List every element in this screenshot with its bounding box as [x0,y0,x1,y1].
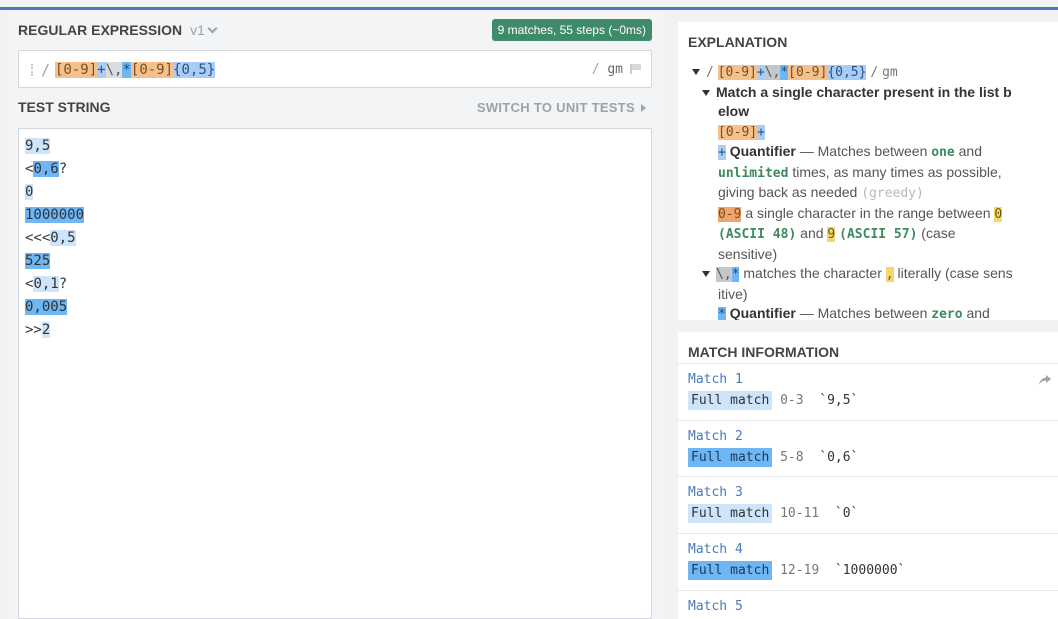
regex-token-quantifier: * [122,62,131,78]
match-status-badge: 9 matches, 55 steps (~0ms) [491,19,652,41]
regex-header-label: REGULAR EXPRESSION [18,22,183,38]
match-item[interactable]: Match 1 Full match 0-3 `9,5` [678,363,1058,419]
regex-version-selector[interactable]: v1 [190,22,218,38]
explanation-text: sensitive) [718,245,778,262]
test-line: 0 [25,183,34,202]
explanation-quantifier: + Quantifier — Matches between one and [718,143,982,160]
triangle-down-icon[interactable] [702,89,710,96]
explanation-text: unlimited times, as many times as possib… [718,163,1002,181]
editor-panel: REGULAR EXPRESSION v1 9 matches, 55 steps… [8,10,664,619]
match-information-panel: MATCH INFORMATION Match 1 Full match 0-3… [678,332,1058,619]
regex-token-set: [0-9] [130,62,174,78]
explanation-root[interactable]: / [0-9]+\,*[0-9]{0,5} / gm [692,62,1058,83]
regex-token-set: [0-9] [55,62,98,78]
regex-pattern[interactable]: [0-9]+\,*[0-9]{0,5} [55,61,216,79]
flag-icon[interactable] [630,64,641,74]
explanation-text: (ASCII 48) and 9 (ASCII 57) (case [718,225,956,242]
explanation-panel: EXPLANATION / [0-9]+\,*[0-9]{0,5} / gm M… [678,22,1058,320]
explanation-header: EXPLANATION [688,34,788,50]
test-line: <0,6? [25,161,68,177]
regex-input[interactable]: / [0-9]+\,*[0-9]{0,5} / gm [18,50,652,88]
explanation-tree: / [0-9]+\,*[0-9]{0,5} / gm Match a singl… [692,62,1058,320]
regex-header: REGULAR EXPRESSION v1 [18,22,218,38]
match-item[interactable]: Match 4 Full match 12-19 `1000000` [678,533,1058,589]
test-string-header: TEST STRING [18,99,111,115]
explanation-item-title-cont: elow [718,103,750,119]
triangle-down-icon[interactable] [692,69,700,75]
switch-to-unit-tests-button[interactable]: SWITCH TO UNIT TESTS [477,100,646,115]
explanation-quantifier: * Quantifier — Matches between zero and [718,305,990,320]
test-line: 525 [25,252,51,271]
match-detail: Full match 12-19 `1000000` [688,561,905,580]
match-information-header: MATCH INFORMATION [688,344,840,360]
share-icon[interactable] [1038,374,1052,386]
chevron-down-icon [207,23,218,34]
match-highlight: 525 [25,253,51,269]
match-highlight: 0,005 [25,299,68,315]
regex-token-quantifier: + [97,62,106,78]
explanation-text: itive) [718,285,748,302]
match-item[interactable]: Match 2 Full match 5-8 `0,6` [678,420,1058,476]
match-detail: Full match 10-11 `0` [688,504,858,523]
test-line: <<<0,5 [25,230,76,246]
full-match-label: Full match [688,504,773,523]
test-string-editor[interactable]: 9,5 <0,6? 0 1000000 <<<0,5 525 <0,1? 0,0… [18,128,652,619]
explanation-item-escape[interactable]: \,* matches the character , literally (c… [692,264,1058,285]
match-highlight: 9,5 [25,138,51,154]
test-line: <0,1? [25,276,68,292]
test-line: 0,005 [25,298,68,317]
match-title: Match 4 [688,542,743,557]
match-highlight: 0,1 [33,276,59,292]
explanation-range: 0-9 a single character in the range betw… [718,204,1003,222]
regex-version-label: v1 [190,22,205,38]
test-line: 9,5 [25,137,51,156]
triangle-right-icon [641,104,646,112]
explanation-text: giving back as needed (greedy) [718,184,924,201]
regex-flags[interactable]: / gm [592,62,623,77]
match-highlight: 0 [25,184,34,200]
full-match-label: Full match [688,391,773,410]
match-title: Match 2 [688,429,743,444]
explanation-item-set[interactable]: Match a single character present in the … [692,83,1058,103]
match-highlight: 0,6 [33,161,59,177]
match-title: Match 3 [688,485,743,500]
regex-token-escape: \, [105,62,123,78]
match-highlight: 1000000 [25,207,85,223]
match-highlight: 2 [41,322,51,338]
regex-delimiter-close: / [591,62,600,77]
regex-token-quantifier: {0,5} [173,62,216,78]
regex-flags-value: gm [607,62,623,77]
regex-delimiter-open: / [41,61,51,79]
match-detail: Full match 0-3 `9,5` [688,391,858,410]
match-highlight: 0,5 [50,230,76,246]
test-line: >>2 [25,322,51,338]
match-title: Match 5 [688,599,743,614]
explanation-token: [0-9]+ [718,124,765,140]
match-title: Match 1 [688,372,743,387]
switch-label: SWITCH TO UNIT TESTS [476,100,635,115]
match-detail: Full match 5-8 `0,6` [688,448,858,467]
triangle-down-icon[interactable] [702,271,710,277]
drag-handle-icon[interactable] [31,64,34,76]
match-item[interactable]: Match 5 [678,590,1058,619]
full-match-label: Full match [688,448,773,467]
full-match-label: Full match [688,561,773,580]
match-item[interactable]: Match 3 Full match 10-11 `0` [678,476,1058,532]
test-line: 1000000 [25,206,85,225]
